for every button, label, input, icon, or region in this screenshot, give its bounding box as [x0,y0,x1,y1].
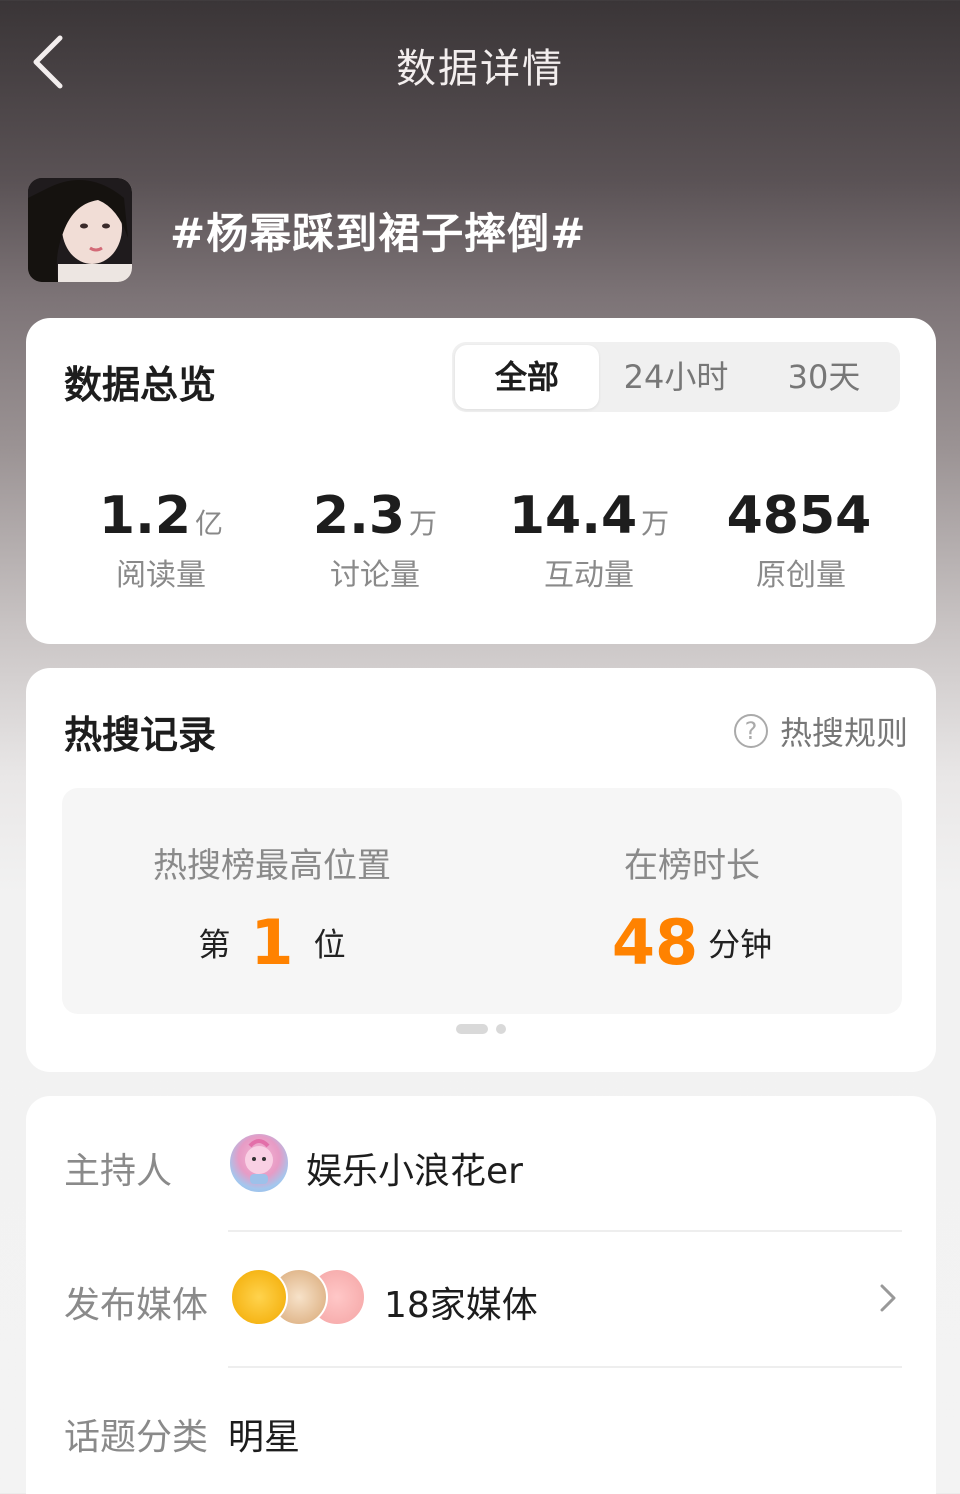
rank-suffix: 位 [313,925,346,964]
time-range-segmented-control: 全部 24小时 30天 [452,342,900,412]
hot-search-rules-link[interactable]: ? 热搜规则 [733,708,908,754]
media-label: 发布媒体 [64,1285,209,1326]
stat-value: 4854 [726,486,872,546]
chevron-right-icon[interactable] [874,1278,902,1318]
host-name[interactable]: 娱乐小浪花er [306,1142,523,1194]
tab-all[interactable]: 全部 [455,345,599,409]
host-avatar [228,1132,290,1194]
category-value: 明星 [228,1417,301,1458]
rules-label: 热搜规则 [779,714,908,752]
top-bar: 数据详情 [0,0,960,120]
topic-header: #杨幂踩到裙子摔倒# [28,178,932,284]
host-label: 主持人 [64,1151,173,1192]
page-title: 数据详情 [396,46,564,92]
stat-label: 原创量 [756,558,846,593]
topic-info-card: 主持人 娱乐小浪花er 发布媒体 18家媒体 话题分类 明星 [26,1096,936,1494]
duration-value-row: 48 分钟 [482,906,902,979]
host-row[interactable]: 主持人 娱乐小浪花er [26,1096,936,1230]
stat-value: 14.4 万 [508,486,670,546]
tab-24h[interactable]: 24小时 [602,342,750,412]
category-row: 话题分类 明星 [26,1368,936,1494]
stat-unit: 万 [641,507,670,540]
stat-label: 阅读量 [116,558,206,593]
page-indicator [456,1024,516,1034]
media-row[interactable]: 发布媒体 18家媒体 [26,1232,936,1366]
stat-label: 互动量 [544,558,634,593]
topic-title: #杨幂踩到裙子摔倒# [170,209,587,258]
best-rank: 热搜榜最高位置 第1位 [62,788,482,1014]
duration-unit: 分钟 [708,925,773,964]
rank-value: 1 [250,906,294,979]
best-rank-label: 热搜榜最高位置 [153,846,391,886]
on-list-duration: 在榜时长 48 分钟 [482,788,902,1014]
help-icon: ? [733,714,768,748]
stat-unit: 亿 [195,507,224,540]
overview-heading: 数据总览 [64,363,217,407]
hot-search-heading: 热搜记录 [64,713,217,757]
overview-card: 数据总览 全部 24小时 30天 1.2 亿 阅读量 2.3 万 讨论量 14.4 万… [26,318,936,644]
hot-search-card: 热搜记录 ? 热搜规则 热搜榜最高位置 第1位 在榜时长 48 分钟 [26,668,936,1072]
stat-value: 2.3 万 [312,486,438,546]
duration-label: 在榜时长 [624,846,760,886]
media-count: 18家媒体 [384,1285,538,1326]
stat-value: 1.2 亿 [98,486,224,546]
tab-30d[interactable]: 30天 [750,342,898,412]
page-dot[interactable] [496,1024,506,1034]
category-label: 话题分类 [64,1417,209,1458]
stat-unit: 万 [409,507,438,540]
hot-search-stats: 热搜榜最高位置 第1位 在榜时长 48 分钟 [62,788,902,1014]
best-rank-value-row: 第1位 [62,906,482,979]
stat-originals: 4854 原创量 [696,486,906,594]
topic-avatar [28,178,132,282]
rank-prefix: 第 [198,925,231,964]
stat-label: 讨论量 [330,558,420,593]
media-avatar-1 [230,1268,288,1326]
duration-value: 48 [611,906,699,979]
stat-interactions: 14.4 万 互动量 [484,486,694,594]
page-dot-active [456,1024,488,1034]
stat-reads: 1.2 亿 阅读量 [56,486,266,594]
stat-discussions: 2.3 万 讨论量 [270,486,480,594]
